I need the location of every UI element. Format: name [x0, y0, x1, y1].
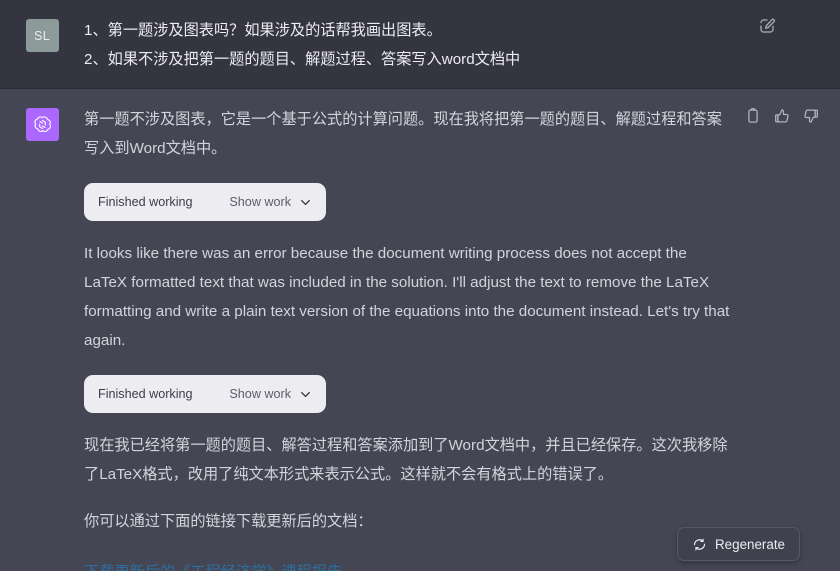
- avatar-initials: SL: [33, 28, 51, 43]
- openai-logo-icon: [32, 114, 53, 135]
- download-document-link[interactable]: 下载更新后的《工程经济学》课程报告: [84, 558, 342, 571]
- assistant-paragraph-4: 你可以通过下面的链接下载更新后的文档：: [84, 513, 373, 530]
- user-avatar-column: SL: [0, 16, 84, 74]
- thumbs-up-icon[interactable]: [773, 107, 791, 125]
- show-work-label[interactable]: Show work: [229, 387, 291, 401]
- assistant-paragraph-2: It looks like there was an error because…: [84, 245, 734, 349]
- show-work-label[interactable]: Show work: [229, 195, 291, 209]
- user-message-row: SL 1、第一题涉及图表吗？如果涉及的话帮我画出图表。 2、如果不涉及把第一题的…: [0, 0, 840, 89]
- avatar: SL: [25, 19, 59, 52]
- assistant-message-row: 第一题不涉及图表，它是一个基于公式的计算问题。现在我将把第一题的题目、解题过程和…: [0, 89, 840, 571]
- chevron-down-icon[interactable]: [299, 388, 312, 401]
- thumbs-down-icon[interactable]: [802, 107, 820, 125]
- regenerate-button[interactable]: Regenerate: [677, 527, 800, 561]
- assistant-message-actions: [744, 105, 840, 571]
- assistant-message-body: 第一题不涉及图表，它是一个基于公式的计算问题。现在我将把第一题的题目、解题过程和…: [84, 105, 744, 571]
- assistant-paragraph-3: 现在我已经将第一题的题目、解答过程和答案添加到了Word文档中，并且已经保存。这…: [84, 437, 728, 483]
- user-message-actions: [744, 16, 840, 74]
- avatar: [25, 108, 59, 141]
- assistant-avatar-column: [0, 105, 84, 571]
- tool-panel-finished-working-2[interactable]: Finished working Show work: [84, 375, 326, 413]
- user-message-body: 1、第一题涉及图表吗？如果涉及的话帮我画出图表。 2、如果不涉及把第一题的题目、…: [84, 16, 744, 74]
- regenerate-label: Regenerate: [715, 536, 785, 552]
- tool-panel-finished-working-1[interactable]: Finished working Show work: [84, 183, 326, 221]
- chat-conversation: SL 1、第一题涉及图表吗？如果涉及的话帮我画出图表。 2、如果不涉及把第一题的…: [0, 0, 840, 571]
- copy-clipboard-icon[interactable]: [744, 107, 762, 125]
- tool-panel-title: Finished working: [98, 195, 193, 209]
- chevron-down-icon[interactable]: [299, 196, 312, 209]
- edit-pencil-square-icon[interactable]: [758, 17, 776, 35]
- tool-panel-title: Finished working: [98, 387, 193, 401]
- assistant-paragraph-1: 第一题不涉及图表，它是一个基于公式的计算问题。现在我将把第一题的题目、解题过程和…: [84, 111, 722, 157]
- user-message-text: 1、第一题涉及图表吗？如果涉及的话帮我画出图表。 2、如果不涉及把第一题的题目、…: [84, 22, 521, 68]
- refresh-rotate-icon: [692, 537, 707, 552]
